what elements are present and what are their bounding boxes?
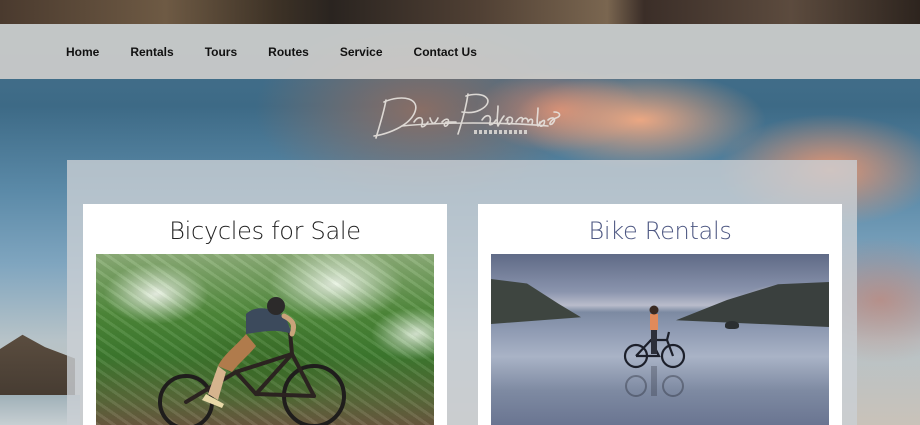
card-title-bike-rentals[interactable]: Bike Rentals — [478, 217, 842, 245]
nav-item-tours[interactable]: Tours — [205, 45, 237, 59]
main-navigation: Home Rentals Tours Routes Service Contac… — [0, 24, 920, 79]
mountain-biker-photo-icon[interactable] — [96, 254, 434, 425]
featured-panel: Bicycles for Sale Bike Rentals — [67, 160, 857, 425]
nav-item-service[interactable]: Service — [340, 45, 383, 59]
card-bike-rentals[interactable]: Bike Rentals — [478, 204, 842, 425]
beach-bike-photo-icon[interactable] — [491, 254, 829, 425]
top-photo-strip — [0, 0, 920, 24]
nav-item-routes[interactable]: Routes — [268, 45, 309, 59]
signature-logo-icon — [373, 93, 561, 139]
nav-item-home[interactable]: Home — [66, 45, 99, 59]
site-logo[interactable] — [362, 88, 562, 146]
card-bicycles-for-sale[interactable]: Bicycles for Sale — [83, 204, 447, 425]
nav-item-contact-us[interactable]: Contact Us — [414, 45, 477, 59]
cyclist-illustration — [158, 297, 346, 425]
rider-with-bike-illustration — [623, 305, 686, 397]
nav-item-rentals[interactable]: Rentals — [130, 45, 173, 59]
nav-menu: Home Rentals Tours Routes Service Contac… — [66, 24, 477, 79]
card-title-bicycles-for-sale[interactable]: Bicycles for Sale — [83, 217, 447, 245]
